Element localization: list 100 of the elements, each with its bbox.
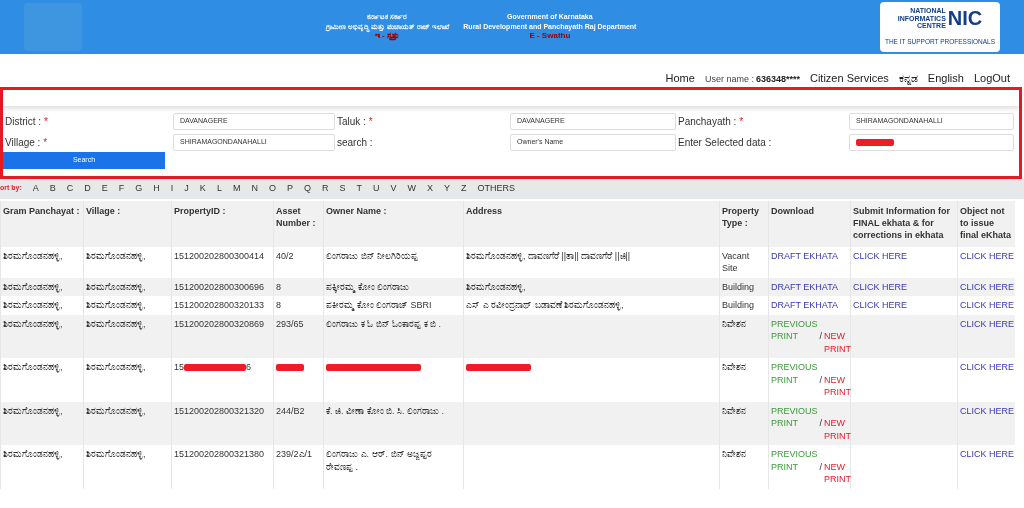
required-mark: * [43, 115, 48, 127]
kannada-link[interactable]: ಕನ್ನಡ [898, 70, 918, 87]
table-cell: ಶಿರಮಗೊಂಡನಹಳ್ಳಿ, [3, 362, 63, 372]
sort-letter-link[interactable]: T [356, 181, 362, 196]
click-here-link[interactable]: CLICK HERE [960, 300, 1014, 310]
table-cell: 8 [276, 281, 281, 292]
table-cell: 151200202800300414 [174, 250, 265, 261]
table-cell: ನಿವೇಶನ [722, 405, 746, 416]
table-cell: ಲಿಂಗರಾಜು ಎ. ಆರ್. ಬಿನ್ ಅಜ್ಜಪ್ಪರ ರೇವಣಪ್ಪ . [326, 449, 432, 472]
sort-letter-link[interactable]: I [170, 181, 174, 196]
column-header: Asset Number : [273, 200, 324, 247]
logo-text: NIC [947, 8, 983, 29]
table-cell: 8 [276, 300, 281, 310]
column-header: Download [768, 200, 851, 247]
new-print-link[interactable]: NEW PRINT [824, 373, 852, 399]
click-here-link[interactable]: CLICK HERE [853, 300, 907, 310]
sort-letter-link[interactable]: B [49, 181, 56, 196]
table-cell: 151200202800300696 [174, 281, 265, 292]
sort-letter-link[interactable]: O [268, 181, 276, 196]
table-cell: 293/65 [276, 318, 304, 329]
table-cell: ಶಿರಮಗೊಂಡನಹಳ್ಳಿ, [3, 405, 63, 416]
sort-letter-link[interactable]: S [339, 181, 346, 196]
field-label: Village : [5, 136, 41, 148]
table-cell: 239/2ಎ/1 [276, 449, 313, 459]
table-cell: ಶಿರಮಗೊಂಡನಹಳ್ಳಿ, [3, 281, 63, 292]
table-cell: ನಿವೇಶನ [722, 318, 746, 329]
sort-letter-link[interactable]: C [66, 181, 74, 196]
sort-letter-link[interactable]: E [101, 181, 108, 196]
sort-letter-link[interactable]: N [251, 181, 258, 196]
click-here-link[interactable]: CLICK HERE [960, 362, 1014, 372]
new-print-link[interactable]: NEW PRINT [824, 417, 852, 442]
citizen-services-menu[interactable]: Citizen Services [809, 70, 889, 87]
table-cell: 151200202800321380 [174, 449, 265, 459]
table-cell: 40/2 [276, 250, 294, 261]
table-cell: ಶಿರಮಗೊಂಡನಹಳ್ಳಿ, ದಾವಣಗೆರೆ ||ತಾ|| ದಾವಣಗೆರೆ ||ಜಿ|| [466, 250, 631, 261]
english-link[interactable]: English [927, 70, 964, 87]
home-link[interactable]: Home [665, 70, 695, 87]
previous-print-link[interactable]: PREVIOUS PRINT [771, 361, 818, 386]
click-here-link[interactable]: CLICK HERE [853, 250, 907, 261]
sort-letter-link[interactable]: K [199, 181, 206, 196]
table-cell: ಪಕೀರಮ್ಮ ಕೋಂ ಲಿಂಗರಾಜ್ SBRI [326, 300, 432, 310]
click-here-link[interactable]: CLICK HERE [960, 449, 1014, 459]
new-print-link[interactable]: NEW PRINT [824, 460, 852, 486]
sort-letter-link[interactable]: Y [444, 181, 450, 196]
column-header: Submit Information for FINAL ekhata & for corrections in ekhata [850, 200, 958, 247]
sort-letter-link[interactable]: Z [461, 181, 467, 196]
column-header: Village : [83, 200, 172, 247]
table-cell: Building [722, 281, 755, 292]
sort-letter-link[interactable]: OTHERS [477, 181, 515, 196]
column-header: Address [463, 200, 720, 247]
draft-ekhata-link[interactable]: DRAFT EKHATA [771, 300, 838, 310]
sort-letter-link[interactable]: H [153, 181, 160, 196]
sort-letter-link[interactable]: M [232, 181, 241, 196]
draft-ekhata-link[interactable]: DRAFT EKHATA [771, 250, 838, 261]
table-cell: ಎಸ್ ಎ ರವೀಂದ್ರನಾಥ್ ಬಡಾವಣೆ ಶಿರಮಗೊಂಡನಹಳ್ಳಿ, [466, 300, 624, 310]
sort-letter-link[interactable]: Q [303, 181, 311, 196]
table-cell: ಲಿಂಗರಾಜು ಕ ಓ ಬಿನ್ ಓಂಕಾರಪ್ಪ ಕ ಬಿ . [326, 318, 441, 329]
table-cell: ಪಕ್ಕೀರಮ್ಮ ಕೋಂ ಲಿಂಗರಾಜು [326, 281, 409, 292]
table-cell: ಕೆ. ಜಿ. ವೀಣಾ ಕೋಂ ಬಿ. ಸಿ. ಲಿಂಗರಾಜು . [326, 405, 444, 416]
table-cell: ಶಿರಮಗೊಂಡನಹಳ್ಳಿ, [466, 281, 526, 292]
column-header: Property Type : [719, 200, 769, 247]
required-mark: * [739, 115, 744, 127]
sort-letter-link[interactable]: P [286, 181, 293, 196]
sort-letter-link[interactable]: X [426, 181, 433, 196]
table-cell: ಶಿರಮಗೊಂಡನಹಳ್ಳಿ, [86, 250, 146, 261]
table-cell: ಶಿರಮಗೊಂಡನಹಳ್ಳಿ, [3, 318, 63, 329]
table-cell: ಲಿಂಗರಾಜು ಬಿನ್ ನೀಲಗಿರಿಯಪ್ಪ [326, 250, 418, 261]
sort-letter-link[interactable]: A [32, 181, 39, 196]
table-cell: ಶಿರಮಗೊಂಡನಹಳ್ಳಿ, [3, 449, 63, 459]
field-label: Taluk : [337, 115, 366, 127]
input-field[interactable] [849, 133, 1014, 151]
table-cell: ಶಿರಮಗೊಂಡನಹಳ್ಳಿ, [86, 405, 146, 416]
table-cell: ನಿವೇಶನ [722, 449, 746, 459]
logout-link[interactable]: LogOut [973, 70, 1010, 87]
new-print-link[interactable]: NEW PRINT [824, 330, 852, 355]
sort-letter-link[interactable]: D [84, 181, 91, 196]
previous-print-link[interactable]: PREVIOUS PRINT [771, 448, 818, 473]
column-header: Owner Name : [323, 200, 464, 247]
sort-letter-link[interactable]: G [135, 181, 143, 196]
table-cell: ಶಿರಮಗೊಂಡನಹಳ್ಳಿ, [3, 250, 63, 261]
column-header: Gram Panchayat : [0, 200, 84, 247]
app-name: ಇ - ಸ್ವತ್ತು [373, 31, 401, 42]
table-cell: 6 [246, 362, 252, 372]
table-cell: ಶಿರಮಗೊಂಡನಹಳ್ಳಿ, [3, 300, 63, 310]
sort-letter-link[interactable]: J [184, 181, 189, 196]
click-here-link[interactable]: CLICK HERE [960, 250, 1014, 261]
table-cell: Building [722, 300, 755, 310]
sort-letter-link[interactable]: U [372, 181, 380, 196]
user-label: User name : [704, 73, 754, 86]
table-cell: 151200202800321320 [174, 405, 265, 416]
sort-letter-link[interactable]: V [390, 181, 397, 196]
app-name: E - Swathu [528, 31, 572, 42]
sort-letter-link[interactable]: F [118, 181, 125, 196]
table-cell: 15 [174, 362, 184, 372]
sort-letter-link[interactable]: W [407, 181, 416, 196]
field-label: District : [5, 115, 42, 127]
sort-letter-link[interactable]: L [216, 181, 222, 196]
table-cell: 151200202800320133 [174, 300, 265, 310]
field-label: Panchayath : [678, 115, 737, 127]
sort-letter-link[interactable]: R [321, 181, 329, 196]
